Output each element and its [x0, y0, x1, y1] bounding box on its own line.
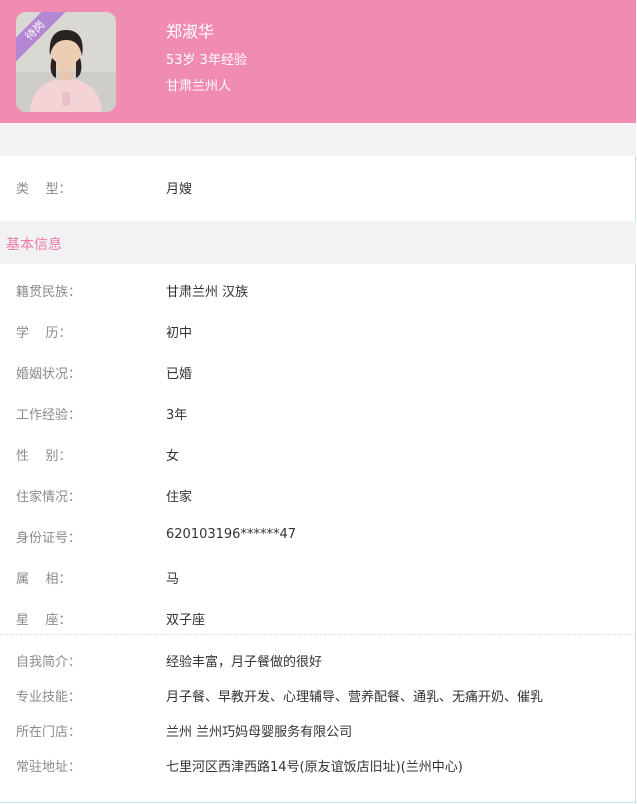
type-value: 月嫂 [166, 182, 193, 197]
section-header: 基本信息 [0, 221, 636, 264]
info-label: 身份证号： [16, 531, 82, 546]
info-row-skills: 专业技能： 月子餐、早教开发、心理辅导、营养配餐、通乳、无痛开奶、催乳 [0, 686, 636, 706]
info-label: 籍贯民族： [16, 285, 82, 300]
info-row-experience: 工作经验： 3年 [0, 404, 636, 424]
info-row-id-number: 身份证号： 620103196******47 [0, 527, 636, 547]
info-label: 常驻地址： [16, 760, 82, 775]
info-value: 3年 [166, 408, 188, 423]
info-label: 专业技能： [16, 690, 82, 705]
divider [0, 634, 636, 635]
info-row-zodiac: 属 相： 马 [0, 568, 636, 588]
info-value: 双子座 [166, 613, 206, 628]
info-label: 性 别： [16, 449, 72, 464]
info-label: 工作经验： [16, 408, 82, 423]
info-value: 马 [166, 572, 180, 587]
age-experience: 53岁 3年经验 [166, 53, 247, 68]
info-label: 所在门店： [16, 725, 82, 740]
info-row-gender: 性 别： 女 [0, 445, 636, 465]
info-value: 甘肃兰州 汉族 [166, 285, 249, 300]
info-value: 初中 [166, 326, 193, 341]
info-row-star-sign: 星 座： 双子座 [0, 609, 636, 629]
info-label: 婚姻状况： [16, 367, 82, 382]
info-row-native-place: 籍贯民族： 甘肃兰州 汉族 [0, 281, 636, 301]
info-label: 星 座： [16, 613, 72, 628]
info-row-store: 所在门店： 兰州 兰州巧妈母婴服务有限公司 [0, 721, 636, 741]
info-row-live-in: 住家情况： 住家 [0, 486, 636, 506]
info-label: 学 历： [16, 326, 72, 341]
info-value: 住家 [166, 490, 193, 505]
origin: 甘肃兰州人 [166, 79, 232, 94]
info-row-education: 学 历： 初中 [0, 322, 636, 342]
info-value: 兰州 兰州巧妈母婴服务有限公司 [166, 725, 353, 740]
type-label: 类 型： [16, 182, 72, 197]
info-label: 属 相： [16, 572, 72, 587]
type-row: 类 型： 月嫂 [0, 178, 636, 198]
profile-header: 待岗 郑淑华 53岁 3年经验 甘肃兰州人 [0, 0, 636, 123]
info-value: 七里河区西津西路14号(原友谊饭店旧址)(兰州中心) [166, 760, 463, 775]
info-label: 自我简介： [16, 655, 82, 670]
info-label: 住家情况： [16, 490, 82, 505]
info-value: 女 [166, 449, 180, 464]
info-value: 620103196******47 [166, 527, 296, 542]
caregiver-name: 郑淑华 [166, 22, 215, 41]
section-title: 基本信息 [6, 237, 62, 253]
info-row-marital-status: 婚姻状况： 已婚 [0, 363, 636, 383]
avatar[interactable]: 待岗 [16, 12, 116, 112]
info-row-address: 常驻地址： 七里河区西津西路14号(原友谊饭店旧址)(兰州中心) [0, 756, 636, 776]
info-value: 月子餐、早教开发、心理辅导、营养配餐、通乳、无痛开奶、催乳 [166, 690, 544, 705]
info-row-introduction: 自我简介： 经验丰富，月子餐做的很好 [0, 651, 636, 671]
info-value: 已婚 [166, 367, 193, 382]
info-value: 经验丰富，月子餐做的很好 [166, 655, 323, 670]
section-spacer [0, 123, 636, 156]
